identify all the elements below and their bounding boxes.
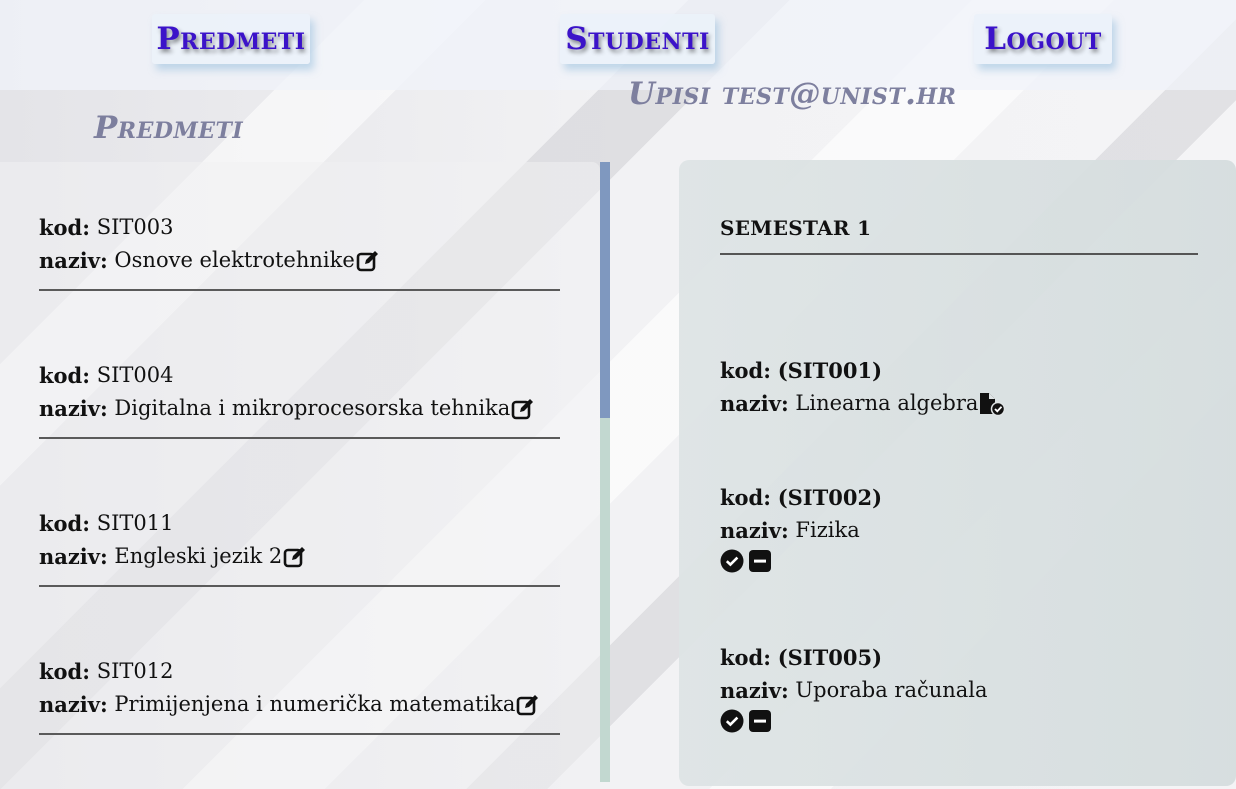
kod-value: SIT011 bbox=[96, 511, 174, 535]
naziv-label: naziv: bbox=[720, 391, 789, 416]
file-check-icon[interactable] bbox=[978, 392, 1006, 416]
subjects-scrollbar[interactable] bbox=[600, 162, 610, 782]
subject-item: kod: SIT012 naziv: Primijenjena i numeri… bbox=[39, 655, 560, 735]
kod-value: (SIT001) bbox=[777, 358, 883, 383]
naziv-value: Primijenjena i numerička matematika bbox=[114, 692, 516, 716]
minus-square-icon[interactable] bbox=[748, 709, 772, 733]
kod-value: SIT012 bbox=[96, 659, 174, 683]
naziv-value: Fizika bbox=[795, 518, 860, 542]
minus-square-icon[interactable] bbox=[748, 549, 772, 573]
kod-label: kod: bbox=[39, 659, 90, 684]
edit-icon[interactable] bbox=[283, 545, 307, 569]
edit-icon[interactable] bbox=[511, 397, 535, 421]
kod-label: kod: bbox=[39, 363, 90, 388]
check-circle-icon[interactable] bbox=[720, 549, 744, 573]
subjects-title: Predmeti bbox=[94, 110, 244, 146]
naziv-label: naziv: bbox=[39, 396, 108, 421]
kod-label: kod: bbox=[39, 511, 90, 536]
enrolled-subject: kod: (SIT005) naziv: Uporaba računala bbox=[720, 641, 988, 733]
kod-value: SIT003 bbox=[96, 215, 174, 239]
naziv-label: naziv: bbox=[720, 678, 789, 703]
kod-label: kod: bbox=[720, 645, 771, 670]
naziv-value: Digitalna i mikroprocesorska tehnika bbox=[114, 396, 511, 420]
scrollbar-thumb[interactable] bbox=[600, 162, 610, 418]
kod-value: SIT004 bbox=[96, 363, 174, 387]
naziv-value: Engleski jezik 2 bbox=[114, 544, 283, 568]
naziv-label: naziv: bbox=[39, 544, 108, 569]
naziv-value: Uporaba računala bbox=[795, 678, 988, 702]
enrollment-title: Upisi test@unist.hr bbox=[628, 76, 957, 112]
subject-item: kod: SIT004 naziv: Digitalna i mikroproc… bbox=[39, 359, 560, 439]
naziv-label: naziv: bbox=[720, 518, 789, 543]
semester-title: SEMESTAR 1 bbox=[720, 216, 1198, 255]
subject-item: kod: SIT011 naziv: Engleski jezik 2 bbox=[39, 507, 560, 587]
nav-predmeti-link[interactable]: Predmeti bbox=[152, 14, 310, 64]
subject-item: kod: SIT003 naziv: Osnove elektrotehnike bbox=[39, 211, 560, 291]
check-circle-icon[interactable] bbox=[720, 709, 744, 733]
enrolled-subject: kod: (SIT002) naziv: Fizika bbox=[720, 481, 882, 573]
kod-label: kod: bbox=[720, 485, 771, 510]
subjects-list-panel: kod: SIT003 naziv: Osnove elektrotehnike… bbox=[0, 162, 600, 789]
enrolled-subject: kod: (SIT001) naziv: Linearna algebra bbox=[720, 354, 1006, 420]
edit-icon[interactable] bbox=[356, 249, 380, 273]
semester-panel: SEMESTAR 1 kod: (SIT001) naziv: Linearna… bbox=[679, 160, 1236, 786]
kod-value: (SIT002) bbox=[777, 485, 883, 510]
edit-icon[interactable] bbox=[516, 693, 540, 717]
kod-value: (SIT005) bbox=[777, 645, 883, 670]
top-navbar: Predmeti Studenti Logout bbox=[0, 0, 1236, 90]
kod-label: kod: bbox=[39, 215, 90, 240]
nav-logout-link[interactable]: Logout bbox=[974, 14, 1112, 64]
naziv-label: naziv: bbox=[39, 248, 108, 273]
naziv-label: naziv: bbox=[39, 692, 108, 717]
naziv-value: Osnove elektrotehnike bbox=[114, 248, 355, 272]
naziv-value: Linearna algebra bbox=[795, 391, 979, 415]
nav-studenti-link[interactable]: Studenti bbox=[560, 14, 715, 64]
kod-label: kod: bbox=[720, 358, 771, 383]
